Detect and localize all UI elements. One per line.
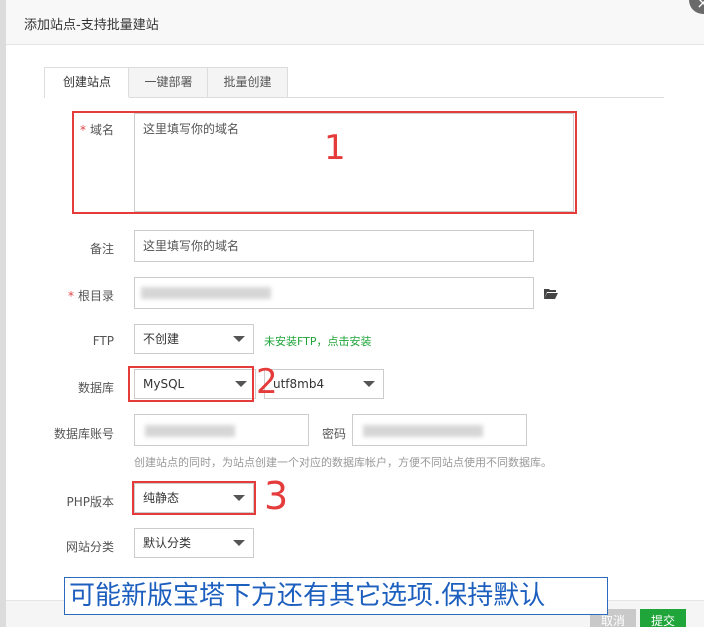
add-site-dialog: 添加站点-支持批量建站 × 创建站点 一键部署 批量创建 * 域名 这里填写你的域… xyxy=(6,0,704,627)
redacted-path xyxy=(141,287,271,299)
chevron-down-icon xyxy=(363,381,375,387)
db-password-input[interactable] xyxy=(352,414,527,446)
ftp-label: FTP xyxy=(92,334,114,348)
charset-select[interactable]: utf8mb4 xyxy=(264,369,384,399)
annotation-banner: 可能新版宝塔下方还有其它选项.保持默认 xyxy=(64,577,608,615)
annotation-box-3 xyxy=(132,481,256,515)
ftp-select-value: 不创建 xyxy=(143,332,180,346)
ftp-install-link[interactable]: 未安装FTP，点击安装 xyxy=(264,333,372,349)
charset-select-value: utf8mb4 xyxy=(273,377,325,391)
password-label: 密码 xyxy=(321,427,346,441)
annotation-label-1: 1 xyxy=(324,128,346,168)
submit-button[interactable]: 提交 xyxy=(640,609,686,627)
tab-batch-create[interactable]: 批量创建 xyxy=(207,67,288,97)
db-account-hint: 创建站点的同时，为站点创建一个对应的数据库帐户，方便不同站点使用不同数据库。 xyxy=(134,456,552,469)
annotation-label-2: 2 xyxy=(256,362,278,402)
php-version-label: PHP版本 xyxy=(66,495,115,509)
category-select[interactable]: 默认分类 xyxy=(134,528,254,558)
dialog-header: 添加站点-支持批量建站 xyxy=(6,0,704,45)
remark-input[interactable]: 这里填写你的域名 xyxy=(134,230,534,262)
tab-create-site[interactable]: 创建站点 xyxy=(44,67,130,98)
annotation-label-3: 3 xyxy=(264,474,289,518)
chevron-down-icon xyxy=(233,336,245,342)
redacted-db-password xyxy=(363,425,483,437)
category-label: 网站分类 xyxy=(65,540,114,554)
category-select-value: 默认分类 xyxy=(143,536,192,550)
chevron-down-icon xyxy=(233,540,245,546)
annotation-box-2 xyxy=(128,366,254,402)
db-account-label: 数据库账号 xyxy=(53,427,114,441)
dialog-title: 添加站点-支持批量建站 xyxy=(24,18,159,33)
ftp-select[interactable]: 不创建 xyxy=(134,324,254,354)
redacted-db-user xyxy=(145,425,235,437)
tab-bar: 创建站点 一键部署 批量创建 xyxy=(44,67,664,98)
root-dir-input[interactable] xyxy=(134,277,534,309)
root-dir-label: * 根目录 xyxy=(67,289,114,303)
folder-open-icon[interactable] xyxy=(544,288,558,299)
remark-label: 备注 xyxy=(89,242,114,256)
tab-one-click-deploy[interactable]: 一键部署 xyxy=(128,67,209,97)
database-label: 数据库 xyxy=(77,381,114,395)
